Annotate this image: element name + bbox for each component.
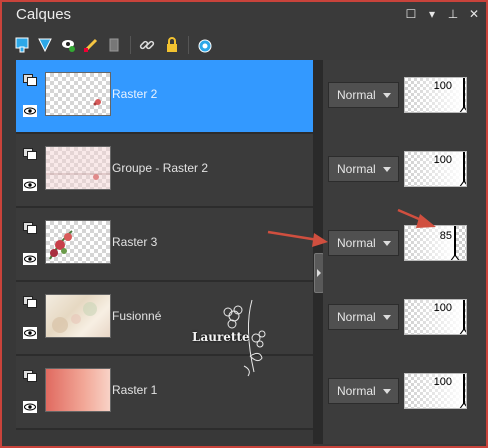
panel-title: Calques bbox=[16, 6, 72, 23]
blend-mode-dropdown[interactable]: Normal bbox=[328, 82, 399, 108]
watermark-text: Laurette bbox=[192, 330, 250, 344]
restore-icon[interactable]: ☐ bbox=[405, 7, 417, 21]
title-bar: Calques ☐ ▾ ⊥ ✕ bbox=[2, 2, 486, 30]
layer-type-icon bbox=[23, 370, 37, 382]
layer-type-icon bbox=[23, 148, 37, 160]
new-raster-layer-icon[interactable] bbox=[14, 37, 30, 53]
blend-mode-dropdown[interactable]: Normal bbox=[328, 230, 399, 256]
pin-icon[interactable]: ⊥ bbox=[447, 7, 459, 21]
dropdown-arrow-icon bbox=[383, 167, 391, 172]
eye-icon[interactable] bbox=[23, 327, 37, 339]
layer-name: Raster 2 bbox=[112, 87, 158, 101]
dropdown-arrow-icon bbox=[383, 389, 391, 394]
layer-type-icon bbox=[23, 222, 37, 234]
dropdown-arrow-icon bbox=[383, 315, 391, 320]
layer-properties-column: Normal 100 Normal 100 Normal 85 Normal 1… bbox=[323, 60, 486, 444]
layer-visibility-icon[interactable] bbox=[60, 37, 76, 53]
eye-icon[interactable] bbox=[23, 401, 37, 413]
layer-row-groupe-raster-2[interactable]: Groupe - Raster 2 bbox=[16, 134, 313, 208]
blend-mode-dropdown[interactable]: Normal bbox=[328, 156, 399, 182]
layer-name: Raster 1 bbox=[112, 383, 158, 397]
blend-mode-dropdown[interactable]: Normal bbox=[328, 304, 399, 330]
opacity-slider[interactable]: 100 bbox=[404, 373, 467, 409]
layer-name: Groupe - Raster 2 bbox=[112, 161, 209, 175]
layer-type-icon bbox=[23, 74, 37, 86]
layers-toolbar bbox=[2, 30, 486, 60]
layer-delete-icon[interactable] bbox=[106, 37, 122, 53]
dropdown-arrow-icon bbox=[383, 241, 391, 246]
layer-type-icon bbox=[23, 296, 37, 308]
new-vector-layer-icon[interactable] bbox=[37, 37, 53, 53]
eye-icon[interactable] bbox=[23, 105, 37, 117]
layers-list: Raster 2 Groupe - Raster 2 Raster 3 Fusi… bbox=[16, 60, 313, 444]
link-icon[interactable] bbox=[139, 37, 155, 53]
eye-icon[interactable] bbox=[23, 253, 37, 265]
layer-thumbnail bbox=[45, 146, 111, 190]
lock-icon[interactable] bbox=[164, 37, 180, 53]
layer-thumbnail bbox=[45, 368, 111, 412]
watermark: Laurette bbox=[192, 298, 282, 378]
mask-icon[interactable] bbox=[197, 37, 213, 53]
layer-name: Fusionné bbox=[112, 309, 162, 323]
layer-name: Raster 3 bbox=[112, 235, 158, 249]
menu-arrow-icon[interactable]: ▾ bbox=[426, 7, 438, 21]
opacity-slider[interactable]: 100 bbox=[404, 77, 467, 113]
eye-icon[interactable] bbox=[23, 179, 37, 191]
opacity-slider[interactable]: 85 bbox=[404, 225, 467, 261]
opacity-slider[interactable]: 100 bbox=[404, 151, 467, 187]
layer-row-raster-2[interactable]: Raster 2 bbox=[16, 60, 313, 134]
layer-thumbnail bbox=[45, 220, 111, 264]
opacity-slider[interactable]: 100 bbox=[404, 299, 467, 335]
dropdown-arrow-icon bbox=[383, 93, 391, 98]
blend-mode-dropdown[interactable]: Normal bbox=[328, 378, 399, 404]
layers-panel: Calques ☐ ▾ ⊥ ✕ Raster 2 Groupe - Raster… bbox=[2, 2, 486, 446]
close-icon[interactable]: ✕ bbox=[468, 7, 480, 21]
layer-row-raster-3[interactable]: Raster 3 bbox=[16, 208, 313, 282]
layer-thumbnail bbox=[45, 72, 111, 116]
layer-edit-icon[interactable] bbox=[83, 37, 99, 53]
layer-thumbnail bbox=[45, 294, 111, 338]
layers-scrollbar[interactable] bbox=[313, 60, 324, 444]
